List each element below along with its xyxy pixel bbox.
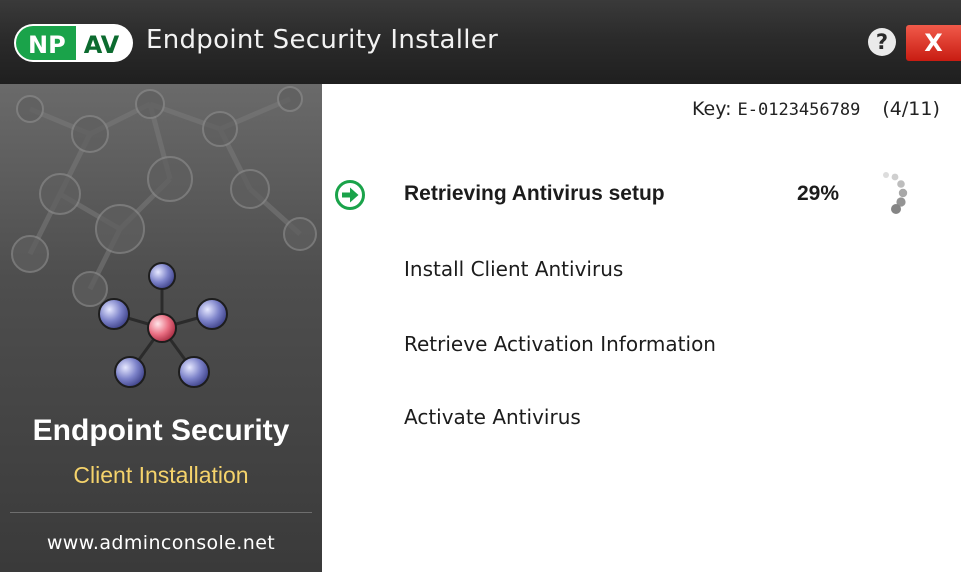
logo-av: AV	[75, 24, 134, 62]
license-key-line: Key: E-0123456789 (4/11)	[692, 98, 940, 120]
molecule-logo	[98, 262, 228, 388]
arrow-circle-right-icon	[335, 180, 365, 210]
step-retrieving-setup: Retrieving Antivirus setup	[404, 182, 665, 205]
key-label: Key:	[692, 98, 732, 120]
npav-logo: NP AV	[14, 24, 134, 62]
progress-percent: 29%	[797, 182, 840, 205]
sidebar-url: www.adminconsole.net	[46, 532, 276, 554]
step-activate-antivirus: Activate Antivirus	[404, 405, 581, 429]
sidebar-divider	[10, 512, 312, 513]
sidebar-heading: Endpoint Security	[32, 414, 290, 447]
key-value: E-0123456789	[737, 100, 861, 120]
step-retrieve-activation: Retrieve Activation Information	[404, 332, 716, 356]
logo-np: NP	[14, 24, 76, 62]
spinner-icon	[883, 172, 908, 214]
help-button[interactable]: ?	[868, 28, 896, 56]
sidebar-subheading: Client Installation	[73, 462, 249, 488]
step-counter: (4/11)	[882, 98, 940, 120]
close-button[interactable]: X	[906, 25, 961, 61]
title-bar: NP AV Endpoint Security Installer ? X	[0, 0, 961, 84]
window-title: Endpoint Security Installer	[146, 25, 499, 55]
step-install-client: Install Client Antivirus	[404, 257, 624, 281]
side-panel: Endpoint Security Client Installation ww…	[0, 84, 322, 572]
